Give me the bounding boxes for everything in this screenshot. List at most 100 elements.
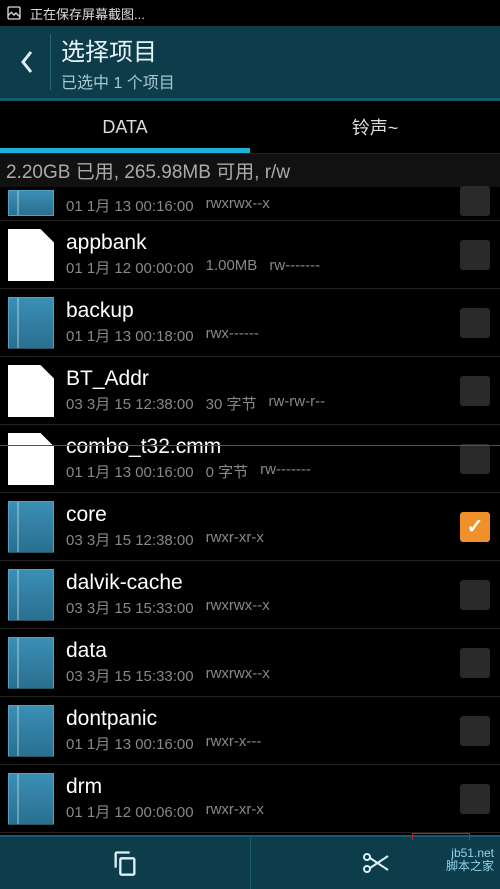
file-date: 01 1月 12 00:00:00 (66, 257, 194, 278)
checkbox[interactable] (460, 512, 490, 542)
file-permissions: rwx------ (206, 325, 259, 346)
file-date: 01 1月 13 00:16:00 (66, 195, 194, 216)
file-meta: 01 1月 13 00:16:00 rwxr-x--- (66, 733, 460, 754)
file-meta: 01 1月 13 00:18:00 rwx------ (66, 325, 460, 346)
file-meta: 03 3月 15 12:38:00 30 字节 rw-rw-r-- (66, 393, 460, 414)
file-date: 03 3月 15 15:33:00 (66, 597, 194, 618)
folder-icon (8, 773, 54, 825)
back-button[interactable] (8, 32, 46, 92)
watermark-text: 脚本之家 (446, 860, 494, 873)
folder-icon (8, 190, 54, 216)
tab-label: DATA (102, 117, 147, 138)
file-date: 03 3月 15 12:38:00 (66, 393, 194, 414)
file-info: BT_Addr03 3月 15 12:38:00 30 字节 rw-rw-r-- (66, 367, 460, 414)
file-name: backup (66, 299, 460, 323)
file-row[interactable]: backup01 1月 13 00:18:00 rwx------ (0, 289, 500, 357)
file-date: 03 3月 15 12:38:00 (66, 529, 194, 550)
page-title: 选择项目 (61, 32, 175, 67)
file-row[interactable]: 01 1月 13 00:16:00 rwxrwx--x (0, 187, 500, 221)
image-icon (6, 5, 22, 21)
checkbox[interactable] (460, 376, 490, 406)
status-text: 正在保存屏幕截图... (30, 4, 145, 23)
file-permissions: rwxrwx--x (206, 597, 270, 618)
checkbox[interactable] (460, 648, 490, 678)
status-bar: 正在保存屏幕截图... (0, 0, 500, 26)
cut-icon (360, 849, 390, 877)
file-meta: 03 3月 15 12:38:00 rwxr-xr-x (66, 529, 460, 550)
file-list[interactable]: 01 1月 13 00:16:00rwxrwx--xappbank01 1月 1… (0, 187, 500, 833)
tab-bar: DATA 铃声~ (0, 101, 500, 153)
file-meta: 01 1月 12 00:00:00 1.00MB rw------- (66, 257, 460, 278)
file-size: 0 字节 (206, 461, 249, 482)
tab-ringtone[interactable]: 铃声~ (250, 101, 500, 153)
file-size: 30 字节 (206, 393, 257, 414)
file-date: 01 1月 12 00:06:00 (66, 801, 194, 822)
file-name: core (66, 503, 460, 527)
chevron-left-icon (19, 48, 35, 76)
tab-data[interactable]: DATA (0, 101, 250, 153)
file-meta: 03 3月 15 15:33:00 rwxrwx--x (66, 665, 460, 686)
watermark: jb51.net 脚本之家 (446, 847, 494, 873)
folder-icon (8, 501, 54, 553)
checkbox[interactable] (460, 580, 490, 610)
file-info: backup01 1月 13 00:18:00 rwx------ (66, 299, 460, 346)
watermark-url: jb51.net (446, 847, 494, 860)
storage-info: 2.20GB 已用, 265.98MB 可用, r/w (0, 153, 500, 187)
tab-label: 铃声~ (352, 114, 399, 140)
divider (50, 34, 51, 90)
file-meta: 03 3月 15 15:33:00 rwxrwx--x (66, 597, 460, 618)
file-icon (8, 229, 54, 281)
file-info: dalvik-cache03 3月 15 15:33:00 rwxrwx--x (66, 571, 460, 618)
selection-count: 已选中 1 个项目 (61, 69, 175, 93)
folder-icon (8, 637, 54, 689)
checkbox[interactable] (460, 716, 490, 746)
file-name: drm (66, 775, 460, 799)
copy-button[interactable] (0, 837, 250, 889)
file-row[interactable]: dontpanic01 1月 13 00:16:00rwxr-x--- (0, 697, 500, 765)
file-row[interactable]: appbank01 1月 12 00:00:00 1.00MB rw------- (0, 221, 500, 289)
file-row[interactable]: data03 3月 15 15:33:00 rwxrwx--x (0, 629, 500, 697)
checkbox[interactable] (460, 444, 490, 474)
file-date: 01 1月 13 00:16:00 (66, 733, 194, 754)
file-permissions: rw------- (269, 257, 320, 278)
folder-icon (8, 705, 54, 757)
file-info: drm01 1月 12 00:06:00rwxr-xr-x (66, 775, 460, 822)
folder-icon (8, 569, 54, 621)
annotation-box (412, 833, 470, 840)
file-row[interactable]: combo_t32.cmm01 1月 13 00:16:000 字节rw----… (0, 425, 500, 493)
file-row[interactable]: dalvik-cache03 3月 15 15:33:00 rwxrwx--x (0, 561, 500, 629)
file-info: data03 3月 15 15:33:00 rwxrwx--x (66, 639, 460, 686)
file-permissions: rwxr-xr-x (206, 529, 264, 550)
file-name: data (66, 639, 460, 663)
file-permissions: rwxr-x--- (206, 733, 262, 754)
file-icon (8, 433, 54, 485)
file-name: combo_t32.cmm (66, 435, 460, 459)
checkbox[interactable] (460, 784, 490, 814)
file-permissions: rw-rw-r-- (268, 393, 325, 414)
file-row[interactable]: drm01 1月 12 00:06:00rwxr-xr-x (0, 765, 500, 833)
file-meta: 01 1月 12 00:06:00rwxr-xr-x (66, 801, 460, 822)
file-row[interactable]: core03 3月 15 12:38:00 rwxr-xr-x (0, 493, 500, 561)
checkbox[interactable] (460, 186, 490, 216)
header-text: 选择项目 已选中 1 个项目 (61, 32, 175, 93)
checkbox[interactable] (460, 240, 490, 270)
file-date: 01 1月 13 00:18:00 (66, 325, 194, 346)
file-permissions: rwxrwx--x (206, 195, 270, 216)
file-name: dalvik-cache (66, 571, 460, 595)
file-info: core03 3月 15 12:38:00 rwxr-xr-x (66, 503, 460, 550)
file-info: dontpanic01 1月 13 00:16:00rwxr-x--- (66, 707, 460, 754)
file-meta: 01 1月 13 00:16:000 字节rw------- (66, 461, 460, 482)
file-name: appbank (66, 231, 460, 255)
file-info: 01 1月 13 00:16:00 rwxrwx--x (66, 193, 460, 216)
file-row[interactable]: BT_Addr03 3月 15 12:38:00 30 字节 rw-rw-r-- (0, 357, 500, 425)
copy-icon (111, 849, 139, 877)
file-permissions: rw------- (260, 461, 311, 482)
file-date: 03 3月 15 15:33:00 (66, 665, 194, 686)
file-size: 1.00MB (206, 257, 258, 278)
file-name: BT_Addr (66, 367, 460, 391)
file-permissions: rwxrwx--x (206, 665, 270, 686)
file-info: combo_t32.cmm01 1月 13 00:16:000 字节rw----… (66, 435, 460, 482)
checkbox[interactable] (460, 308, 490, 338)
app-header: 选择项目 已选中 1 个项目 (0, 26, 500, 101)
bottom-toolbar (0, 835, 500, 889)
